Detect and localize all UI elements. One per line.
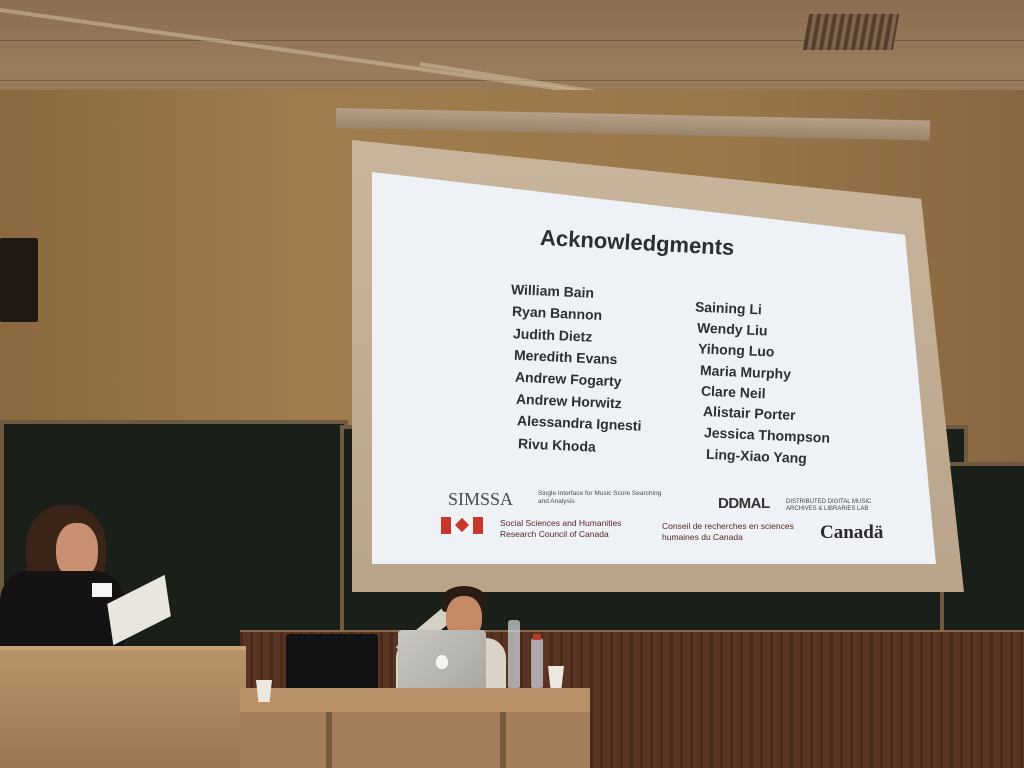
desk-divider <box>326 712 332 768</box>
simssa-logo: SIMSSA <box>448 489 514 509</box>
ddmal-logo: DDMAL <box>718 495 770 512</box>
ack-name-left: Judith Dietz <box>512 325 593 345</box>
sshrc-name-english: Social Sciences and Humanities Research … <box>500 518 622 539</box>
ceiling-vent <box>802 14 900 50</box>
lectern <box>0 646 246 768</box>
ack-name-right: Yihong Luo <box>697 340 775 360</box>
paper-cup <box>256 680 272 702</box>
bottle-cap <box>533 634 541 640</box>
water-bottle <box>531 638 543 688</box>
name-badge <box>92 583 112 597</box>
desk-divider <box>500 712 506 768</box>
lecture-room: Acknowledgments William Bain Ryan Bannon… <box>0 0 1024 768</box>
ack-name-right: Clare Neil <box>700 382 766 402</box>
apple-icon <box>436 655 448 669</box>
desk-front <box>240 712 590 768</box>
canada-flag-icon <box>441 517 483 534</box>
ack-name-right: Saining Li <box>694 298 763 318</box>
ack-name-right: Wendy Liu <box>696 319 768 339</box>
wall-speaker <box>0 238 38 322</box>
water-bottle <box>508 620 520 688</box>
dark-laptop <box>286 634 378 696</box>
simssa-tagline: Single Interface for Music Score Searchi… <box>538 490 662 505</box>
sshrc-name-french: Conseil de recherches en sciences humain… <box>662 521 794 542</box>
ack-name-left: Rivu Khoda <box>517 435 597 455</box>
paper-cup <box>548 666 564 688</box>
canada-wordmark: Canadä <box>820 522 884 543</box>
ddmal-tagline: DISTRIBUTED DIGITAL MUSIC ARCHIVES & LIB… <box>786 499 872 512</box>
desk-top <box>240 688 590 712</box>
